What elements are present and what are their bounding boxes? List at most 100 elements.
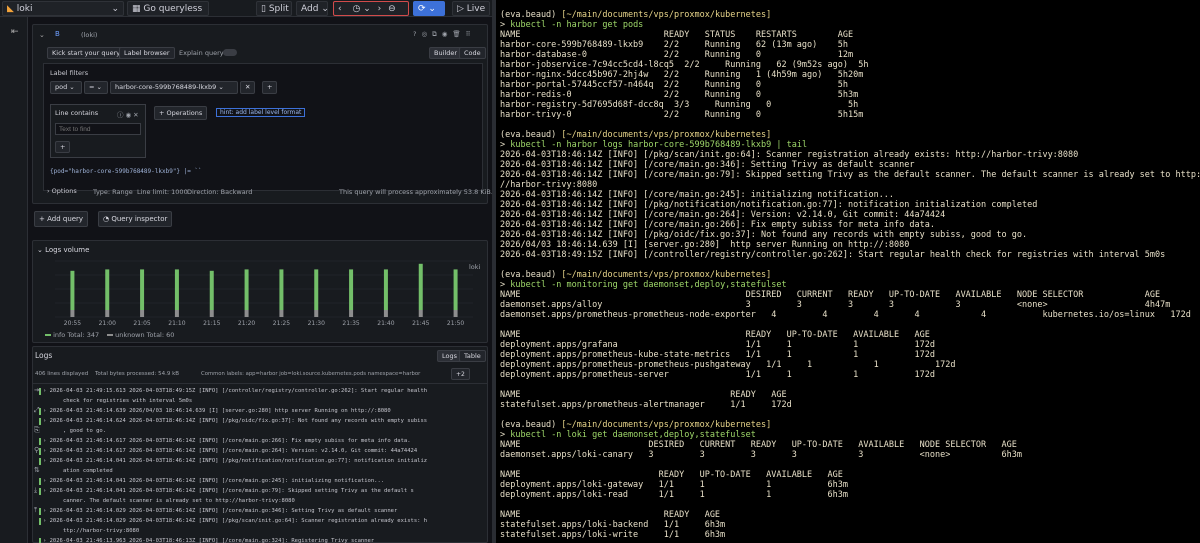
log-line[interactable]: check for registries with interval 5m0s [63,398,192,405]
inspector-icon: ◔ [103,215,110,223]
log-line[interactable]: › 2026-04-03 21:46:14.639 2026/04/03 18:… [43,408,391,415]
log-line[interactable]: ttp://harbor-trivy:8080 [63,528,139,535]
terminal-prompt: (eva.beaud) [~/main/documents/vps/proxmo… [500,130,772,140]
x-tick-label: 21:35 [342,320,359,327]
log-line[interactable]: › 2026-04-03 21:46:14.617 2026-04-03T18:… [43,448,417,455]
builder-tab[interactable]: Builder [429,47,462,59]
download-icon[interactable]: ⤓ [34,486,37,495]
terminal-output-line: NAME READY STATUS RESTARTS AGE [500,30,854,40]
split-icon: ▯ [261,4,266,14]
add-line-filter-button[interactable]: + [55,141,71,153]
log-line[interactable]: › 2026-04-03 21:46:13.963 2026-04-03T18:… [43,538,374,543]
collapse-icon[interactable]: ⇤ [11,27,19,37]
label-browser-button[interactable]: Label browser [119,47,175,59]
terminal-output-line: 2026-04-03T18:49:15Z [INFO] [/controller… [500,250,1166,260]
copy-icon[interactable]: ⎘ [34,426,40,435]
bar-info [279,269,284,310]
operation-actions-icons[interactable]: ⓘ◉✕ [117,109,141,119]
x-tick-label: 21:25 [273,320,290,327]
terminal-prompt: (eva.beaud) [~/main/documents/vps/proxmo… [500,10,772,20]
terminal-output-line: daemonset.apps/alloy 3 3 3 3 3 <none> 4h… [500,300,1171,310]
terminal-command: > kubectl -n harbor logs harbor-core-599… [500,140,808,150]
terminal-output-line: statefulset.apps/prometheus-alertmanager… [500,400,792,410]
live-button[interactable]: ▷ Live [452,1,490,16]
go-queryless-button[interactable]: ▦ Go queryless [127,1,209,16]
remove-filter-button[interactable]: ✕ [240,81,256,94]
add-button[interactable]: Add ⌄ [296,1,329,16]
log-line[interactable]: › 2026-04-03 21:46:14.041 2026-04-03T18:… [43,458,427,465]
explain-query-toggle[interactable] [223,49,237,56]
add-filter-button[interactable]: + [262,81,278,94]
log-line[interactable]: , good to go. [63,428,106,435]
terminal-output-line: NAME READY UP-TO-DATE AVAILABLE AGE [500,330,930,340]
options-toggle[interactable]: › Options [47,187,77,195]
log-line[interactable]: › 2026-04-03 21:46:14.041 2026-04-03T18:… [43,488,414,495]
zoom-out-icon[interactable]: ⊖ [388,4,396,14]
label-filters-heading: Label filters [50,69,89,77]
arrow-left-icon[interactable]: ‹ [338,4,342,14]
table-tab[interactable]: Table [459,350,486,362]
split-button[interactable]: ▯ Split [256,1,292,16]
log-line[interactable]: canner. The default scanner is already s… [63,498,295,505]
x-tick-label: 21:45 [412,320,429,327]
log-line[interactable]: › 2026-04-03 21:46:14.029 2026-04-03T18:… [43,518,427,525]
terminal-output-line: deployment.apps/loki-read 1/1 1 1 6h3m [500,490,848,500]
chevron-down-icon: ⌄ [428,4,436,14]
option-type: Type: Range [93,188,133,196]
legend-unknown[interactable]: unknown Total: 60 [107,331,174,339]
code-tab[interactable]: Code [459,47,486,59]
log-line[interactable]: › 2026-04-03 21:49:15.613 2026-04-03T18:… [43,388,427,395]
option-line-limit: Line limit: 1000 [137,188,188,196]
operations-button[interactable]: + Operations [154,106,208,120]
query-ref[interactable]: B [55,30,60,38]
datasource-picker[interactable]: ◣ loki ⌄ [2,1,124,16]
terminal-command: > kubectl -n harbor get pods [500,20,644,30]
scroll-top-icon[interactable]: ⤒ [34,506,37,515]
query-size-estimate: This query will process approximately 53… [339,188,492,196]
terminal-output-line: harbor-redis-0 2/2 Running 0 5h3m [500,90,859,100]
terminal-output: (eva.beaud) [~/main/documents/vps/proxmo… [496,10,1200,543]
wrap-lines-icon[interactable]: ⇥ [34,386,40,394]
terminal-pane[interactable]: (eva.beaud) [~/main/documents/vps/proxmo… [496,0,1200,543]
log-line[interactable]: › 2026-04-03 21:46:14.624 2026-04-03T18:… [43,418,427,425]
filter-icon[interactable]: ⚲ [34,446,39,454]
arrow-right-icon[interactable]: › [378,4,382,14]
log-line[interactable]: › 2026-04-03 21:46:14.029 2026-04-03T18:… [43,508,397,515]
kick-start-button[interactable]: Kick start your query [47,47,126,59]
refresh-button[interactable]: ⟳ ⌄ [413,1,445,16]
play-icon: ▷ [457,4,464,14]
terminal-output-line: daemonset.apps/loki-canary 3 3 3 3 3 <no… [500,450,1022,460]
log-line[interactable]: › 2026-04-03 21:46:14.617 2026-04-03T18:… [43,438,411,445]
line-contains-label: Line contains [55,109,99,117]
more-labels-button[interactable]: +2 [451,368,470,380]
terminal-output-line: 2026-04-03T18:46:14Z [INFO] [/core/main.… [500,160,915,170]
row-actions-icons[interactable]: ?◎⧉◉🗑⠿ [413,30,475,39]
datasource-name: loki [16,4,33,14]
collapse-row-icon[interactable]: ⌄ [39,31,45,39]
terminal-output-line: statefulset.apps/loki-backend 1/1 6h3m [500,520,726,530]
sort-icon[interactable]: ⇅ [34,466,40,474]
log-line[interactable]: ation completed [63,468,113,475]
time-range-controls[interactable]: ‹ ◷ ⌄ › ⊖ [333,1,409,16]
chevron-down-icon: ⌄ [321,4,329,14]
clock-icon[interactable]: ◷ [352,4,360,14]
terminal-output-line: harbor-registry-5d7695d68f-dcc8q 3/3 Run… [500,100,859,110]
x-tick-label: 21:10 [168,320,185,327]
label-value-select[interactable]: harbor-core-599b768489-lkxb9 ⌄ [110,81,238,94]
label-operator-select[interactable]: = ⌄ [84,81,108,94]
text-to-find-input[interactable] [55,123,141,135]
bar-info [244,269,249,310]
terminal-output-line: harbor-jobservice-7c94cc5cd4-l8cq5 2/2 R… [500,60,869,70]
terminal-output-line: 2026-04-03T18:46:14Z [INFO] [/pkg/scan/i… [500,150,1079,160]
legend-info[interactable]: info Total: 347 [45,331,99,339]
terminal-output-line: daemonset.apps/prometheus-prometheus-nod… [500,310,1191,320]
log-line[interactable]: › 2026-04-03 21:46:14.041 2026-04-03T18:… [43,478,384,485]
bar-unknown [453,310,458,317]
query-inspector-button[interactable]: ◔ Query inspector [98,211,173,227]
add-query-button[interactable]: + Add query [34,211,89,227]
terminal-output-line: NAME READY UP-TO-DATE AVAILABLE AGE [500,470,843,480]
hint-label-format[interactable]: hint: add label level format [216,108,306,117]
label-key-select[interactable]: pod ⌄ [50,81,82,94]
expand-icon[interactable]: ⤢ [34,406,40,415]
terminal-output-line: NAME READY AGE [500,390,787,400]
